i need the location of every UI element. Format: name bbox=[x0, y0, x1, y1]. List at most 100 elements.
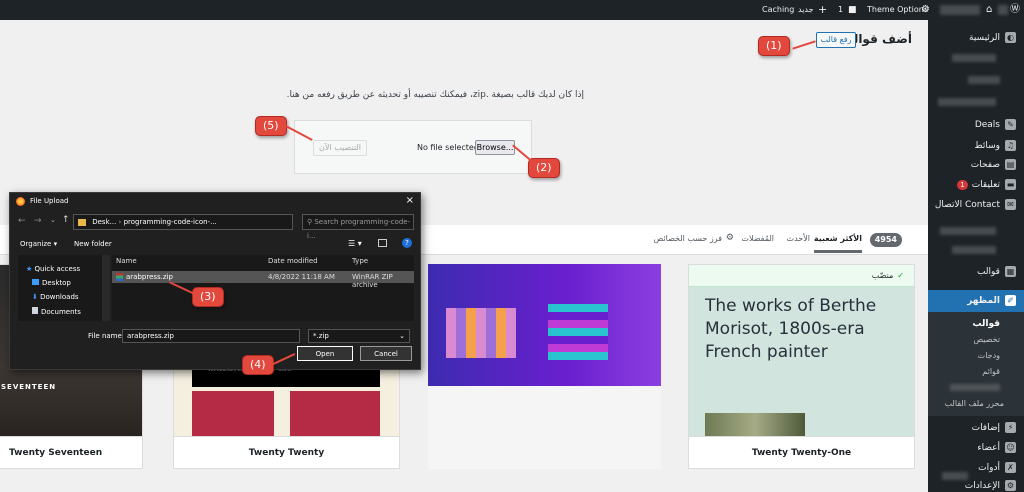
path-folder[interactable]: programming-code-icon-... bbox=[124, 218, 217, 226]
view-options-icon[interactable]: ☰ ▾ bbox=[348, 239, 362, 248]
settings-icon: ⚙ bbox=[1005, 480, 1016, 491]
menu-item-media[interactable]: ♫ وسائط bbox=[928, 136, 1024, 156]
folder-icon bbox=[78, 218, 86, 226]
callout-2: (2) bbox=[528, 158, 560, 178]
blurred-submenu-item bbox=[950, 384, 1000, 391]
cancel-button[interactable]: Cancel bbox=[360, 346, 412, 361]
pin-icon: ✎ bbox=[1005, 119, 1016, 130]
tab-favorites[interactable]: المُفضلات bbox=[741, 234, 774, 243]
callout-5: (5) bbox=[255, 116, 287, 136]
install-now-button[interactable]: التنصيب الآن bbox=[313, 140, 367, 156]
dialog-title: File Upload bbox=[30, 197, 69, 205]
avatar-blurred bbox=[998, 5, 1008, 15]
installed-label: منصّب bbox=[871, 271, 894, 280]
plus-icon: + bbox=[818, 3, 828, 16]
file-list: Name Date modified Type arabpress.zip 4/… bbox=[112, 255, 414, 321]
submenu-theme-editor[interactable]: محرر ملف القالب bbox=[945, 399, 1004, 408]
blurred-menu-item bbox=[968, 76, 1000, 84]
chevron-down-icon[interactable]: ⌄ bbox=[50, 216, 56, 224]
menu-item-deals[interactable]: ✎ Deals bbox=[928, 115, 1024, 135]
nav-scrollbar[interactable] bbox=[102, 255, 110, 321]
open-button[interactable]: Open bbox=[297, 346, 353, 361]
wordpress-logo-icon[interactable]: Ⓦ bbox=[1010, 0, 1020, 20]
menu-item-pages[interactable]: ▤ صفحات bbox=[928, 155, 1024, 175]
theme-count-badge: 4954 bbox=[869, 233, 902, 247]
comments-badge: 1 bbox=[957, 180, 968, 190]
nav-quick-access[interactable]: ★ Quick access bbox=[26, 265, 80, 273]
column-header-name[interactable]: Name bbox=[116, 257, 137, 265]
installed-banner: ✓منصّب bbox=[689, 265, 914, 287]
menu-item-plugins[interactable]: ⚡ إضافات bbox=[928, 418, 1024, 438]
mail-icon: ✉ bbox=[1005, 199, 1016, 210]
submenu-widgets[interactable]: ودجات bbox=[978, 351, 1000, 360]
browse-button[interactable]: Browse... bbox=[475, 140, 515, 155]
menu-item-comments[interactable]: ▬ تعليقات1 bbox=[928, 175, 1024, 195]
theme-options-link[interactable]: Theme Options bbox=[867, 0, 928, 20]
dialog-titlebar: File Upload × bbox=[10, 193, 420, 211]
column-header-type[interactable]: Type bbox=[352, 257, 368, 265]
nav-desktop[interactable]: Desktop bbox=[32, 279, 71, 287]
tab-feature-filter[interactable]: فرز حسب الخصائص bbox=[654, 234, 722, 243]
site-name-blurred[interactable] bbox=[940, 5, 980, 15]
theme-screenshot-label: SEVENTEEN bbox=[1, 383, 57, 391]
file-type-select[interactable]: *.zip ⌄ bbox=[308, 329, 410, 343]
callout-1: (1) bbox=[758, 36, 790, 56]
theme-name: Twenty Twenty bbox=[174, 436, 399, 468]
menu-item-home[interactable]: ◐ الرئيسية bbox=[928, 28, 1024, 48]
forward-arrow-icon[interactable]: → bbox=[34, 216, 42, 226]
gear-icon: ⚙ bbox=[921, 4, 930, 15]
comments-count[interactable]: 1 bbox=[838, 0, 843, 20]
submenu-menus[interactable]: قوائم bbox=[982, 367, 1000, 376]
nav-downloads[interactable]: ⬇ Downloads bbox=[32, 293, 79, 301]
menu-item-templates[interactable]: ▦ قوالب bbox=[928, 262, 1024, 282]
upload-theme-button[interactable]: رفع قالب bbox=[816, 32, 856, 48]
new-folder-button[interactable]: New folder bbox=[74, 240, 112, 248]
theme-name bbox=[428, 437, 661, 469]
blurred-menu-item bbox=[952, 246, 996, 254]
theme-card-twenty-twenty-one[interactable]: ✓منصّب The works of Berthe Morisot, 1800… bbox=[688, 264, 915, 469]
theme-headline: The works of Berthe Morisot, 1800s-era F… bbox=[705, 296, 877, 362]
help-icon[interactable]: ? bbox=[402, 238, 412, 248]
file-name-input[interactable]: arabpress.zip bbox=[122, 329, 300, 343]
theme-card-pixelated[interactable] bbox=[428, 264, 661, 469]
organize-menu[interactable]: Organize ▾ bbox=[20, 240, 57, 248]
submenu-customize[interactable]: تخصيص bbox=[973, 335, 1000, 344]
tab-popular[interactable]: الأكثر شعبية bbox=[813, 234, 862, 253]
menu-item-users[interactable]: ☺ أعضاء bbox=[928, 438, 1024, 458]
star-icon: ★ bbox=[26, 265, 35, 273]
menu-item-contact[interactable]: ✉ Contact الاتصال bbox=[928, 195, 1024, 215]
search-input[interactable]: ⚲ Search programming-code-i... bbox=[302, 214, 414, 240]
column-header-date[interactable]: Date modified bbox=[268, 257, 318, 265]
callout-4: (4) bbox=[242, 355, 274, 375]
preview-pane-icon[interactable] bbox=[378, 239, 387, 247]
settings-gear-icon: ⚙ bbox=[725, 233, 734, 243]
new-link[interactable]: جديد bbox=[798, 0, 814, 20]
home-icon[interactable]: ⌂ bbox=[986, 0, 992, 20]
file-row-arabpress[interactable]: arabpress.zip 4/8/2022 11:18 AM WinRAR Z… bbox=[112, 271, 414, 289]
navigation-pane: ★ Quick access Desktop ⬇ Downloads Docum… bbox=[18, 255, 102, 321]
submenu-themes[interactable]: قوالب bbox=[972, 319, 1000, 329]
caching-link[interactable]: Caching bbox=[762, 0, 794, 20]
tab-latest[interactable]: الأحدث bbox=[787, 234, 810, 243]
file-name-label: File name: bbox=[88, 332, 125, 340]
callout-3: (3) bbox=[192, 287, 224, 307]
nav-documents[interactable]: Documents bbox=[32, 307, 81, 316]
close-icon[interactable]: × bbox=[406, 195, 414, 206]
path-root[interactable]: Desk... bbox=[92, 218, 116, 226]
media-icon: ♫ bbox=[1005, 140, 1016, 151]
admin-bar: Caching جديد + 1 ■ Theme Options ⚙ ⌂ Ⓦ bbox=[0, 0, 1024, 20]
up-arrow-icon[interactable]: ↑ bbox=[62, 215, 70, 225]
admin-sidebar: ◐ الرئيسية ✎ Deals ♫ وسائط ▤ صفحات ▬ تعليقات1… bbox=[928, 20, 1024, 492]
back-arrow-icon[interactable]: ← bbox=[18, 216, 26, 226]
file-upload-dialog: File Upload × ← → ⌄ ↑ Desk... › programm… bbox=[9, 192, 421, 370]
comment-icon: ■ bbox=[848, 5, 857, 15]
blurred-menu-item bbox=[942, 472, 968, 480]
theme-name: Twenty Seventeen bbox=[0, 436, 142, 468]
wrench-icon: ✗ bbox=[1005, 462, 1016, 473]
chevron-down-icon: ⌄ bbox=[399, 332, 405, 340]
address-bar[interactable]: Desk... › programming-code-icon-... bbox=[73, 214, 293, 230]
check-icon: ✓ bbox=[897, 271, 904, 280]
theme-screenshot: The works of Berthe Morisot, 1800s-era F… bbox=[689, 287, 914, 439]
upload-form: التنصيب الآن No file selected. Browse... bbox=[294, 120, 532, 174]
menu-item-appearance[interactable]: ✐ المظهر bbox=[928, 290, 1024, 312]
